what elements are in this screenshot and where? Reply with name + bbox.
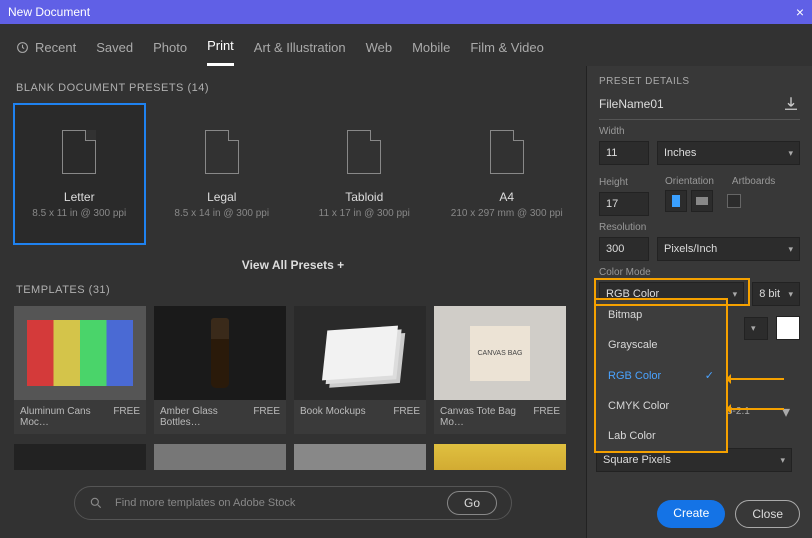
unit-select[interactable]: Inches▾ bbox=[657, 141, 800, 165]
template-thumbnail[interactable] bbox=[294, 444, 426, 470]
orientation-landscape-button[interactable] bbox=[691, 190, 713, 212]
template-card[interactable]: CANVAS BAG Canvas Tote Bag Mo…FREE bbox=[434, 306, 566, 434]
tab-mobile[interactable]: Mobile bbox=[412, 34, 450, 65]
orientation-label: Orientation bbox=[665, 176, 714, 187]
dropdown-item-lab[interactable]: Lab Color bbox=[596, 421, 726, 451]
tab-art[interactable]: Art & Illustration bbox=[254, 34, 346, 65]
preset-letter[interactable]: Letter 8.5 x 11 in @ 300 ppi bbox=[14, 104, 145, 244]
chevron-down-icon: ▾ bbox=[751, 323, 756, 334]
filename-input[interactable]: FileName01 bbox=[599, 97, 664, 111]
tab-web[interactable]: Web bbox=[366, 34, 393, 65]
color-mode-label: Color Mode bbox=[599, 267, 800, 278]
template-card[interactable]: Amber Glass Bottles…FREE bbox=[154, 306, 286, 434]
clock-icon bbox=[16, 41, 29, 54]
template-thumbnail[interactable] bbox=[14, 444, 146, 470]
tab-film[interactable]: Film & Video bbox=[470, 34, 543, 65]
view-all-presets-button[interactable]: View All Presets + bbox=[14, 258, 572, 272]
details-header: PRESET DETAILS bbox=[599, 76, 800, 87]
template-card[interactable]: Aluminum Cans Moc…FREE bbox=[14, 306, 146, 434]
dropdown-item-bitmap[interactable]: Bitmap bbox=[596, 300, 726, 330]
document-icon bbox=[205, 130, 239, 174]
annotation-arrow bbox=[728, 408, 784, 410]
height-label: Height bbox=[599, 177, 649, 188]
document-icon bbox=[62, 130, 96, 174]
templates-header: TEMPLATES (31) bbox=[16, 284, 572, 296]
chevron-down-icon: ▾ bbox=[733, 289, 738, 300]
resolution-label: Resolution bbox=[599, 222, 800, 233]
dropdown-item-cmyk[interactable]: CMYK Color bbox=[596, 391, 726, 421]
template-thumbnail bbox=[14, 306, 146, 400]
bit-depth-select[interactable]: 8 bit▾ bbox=[752, 282, 800, 306]
go-button[interactable]: Go bbox=[447, 491, 497, 515]
template-thumbnail: CANVAS BAG bbox=[434, 306, 566, 400]
template-thumbnail bbox=[154, 306, 286, 400]
document-icon bbox=[347, 130, 381, 174]
blank-presets-header: BLANK DOCUMENT PRESETS (14) bbox=[16, 82, 572, 94]
artboards-label: Artboards bbox=[732, 176, 775, 187]
stock-search[interactable]: Find more templates on Adobe Stock Go bbox=[74, 486, 512, 520]
background-color-select[interactable]: ▾ bbox=[744, 317, 768, 340]
category-tabs: Recent Saved Photo Print Art & Illustrat… bbox=[0, 24, 812, 66]
window-title: New Document bbox=[8, 5, 90, 19]
window-close-icon[interactable]: × bbox=[796, 4, 804, 20]
tab-photo[interactable]: Photo bbox=[153, 34, 187, 65]
preset-a4[interactable]: A4 210 x 297 mm @ 300 ppi bbox=[442, 104, 573, 244]
tab-print[interactable]: Print bbox=[207, 32, 234, 66]
width-label: Width bbox=[599, 126, 800, 137]
search-placeholder: Find more templates on Adobe Stock bbox=[115, 497, 295, 509]
tab-recent[interactable]: Recent bbox=[16, 34, 76, 65]
create-button[interactable]: Create bbox=[657, 500, 725, 528]
chevron-down-icon[interactable]: ▾ bbox=[782, 402, 790, 422]
chevron-down-icon: ▾ bbox=[780, 455, 785, 466]
chevron-down-icon: ▾ bbox=[788, 244, 793, 255]
height-input[interactable] bbox=[599, 192, 649, 216]
preset-legal[interactable]: Legal 8.5 x 14 in @ 300 ppi bbox=[157, 104, 288, 244]
document-icon bbox=[490, 130, 524, 174]
chevron-down-icon: ▾ bbox=[788, 289, 793, 300]
dropdown-item-grayscale[interactable]: Grayscale bbox=[596, 330, 726, 360]
width-input[interactable] bbox=[599, 141, 649, 165]
check-icon: ✓ bbox=[705, 369, 714, 382]
orientation-portrait-button[interactable] bbox=[665, 190, 687, 212]
search-icon bbox=[89, 496, 103, 510]
tab-saved[interactable]: Saved bbox=[96, 34, 133, 65]
pixel-aspect-select[interactable]: Square Pixels▾ bbox=[596, 448, 792, 472]
template-thumbnail bbox=[294, 306, 426, 400]
resolution-unit-select[interactable]: Pixels/Inch▾ bbox=[657, 237, 800, 261]
save-preset-icon[interactable] bbox=[782, 95, 800, 113]
template-thumbnail[interactable] bbox=[434, 444, 566, 470]
annotation-arrow bbox=[728, 378, 784, 380]
color-mode-dropdown: Bitmap Grayscale RGB Color✓ CMYK Color L… bbox=[596, 300, 726, 451]
dropdown-item-rgb[interactable]: RGB Color✓ bbox=[596, 360, 726, 391]
chevron-down-icon: ▾ bbox=[788, 148, 793, 159]
template-card[interactable]: Book MockupsFREE bbox=[294, 306, 426, 434]
resolution-input[interactable] bbox=[599, 237, 649, 261]
artboards-checkbox[interactable] bbox=[727, 194, 741, 208]
close-button[interactable]: Close bbox=[735, 500, 800, 528]
template-thumbnail[interactable] bbox=[154, 444, 286, 470]
preset-tabloid[interactable]: Tabloid 11 x 17 in @ 300 ppi bbox=[299, 104, 430, 244]
background-swatch[interactable] bbox=[776, 316, 800, 340]
